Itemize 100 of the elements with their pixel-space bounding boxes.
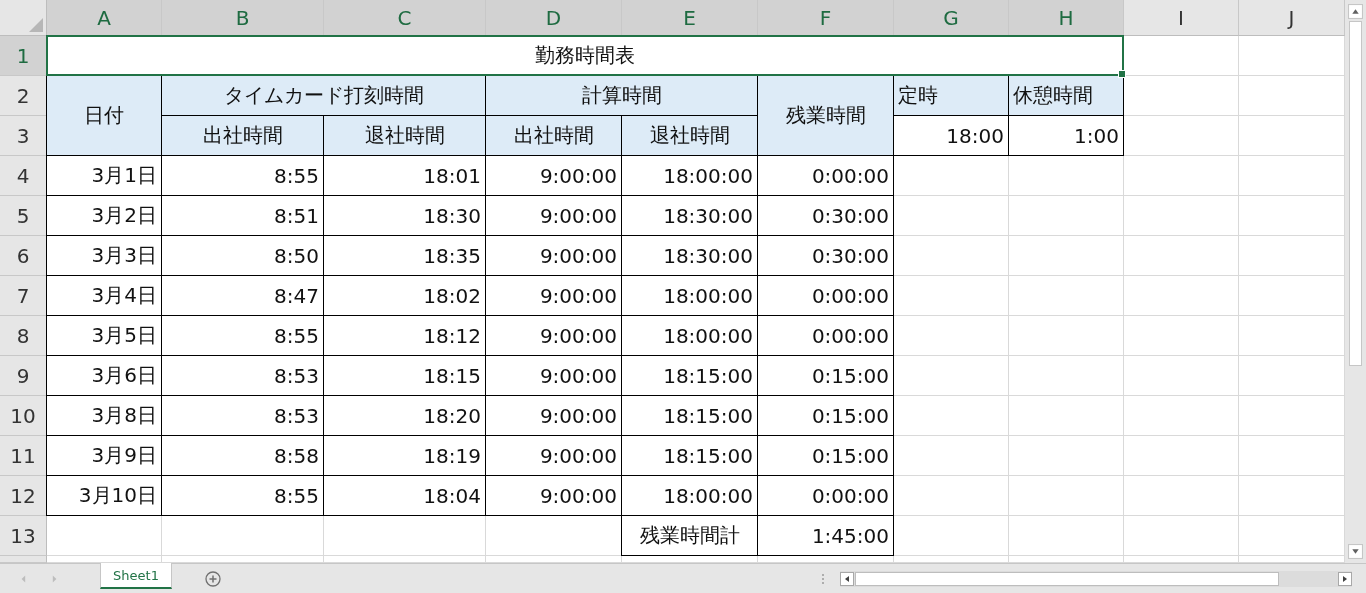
scroll-left-icon[interactable] — [840, 571, 854, 586]
row-header[interactable]: 7 — [0, 276, 47, 316]
table-cell: 9:00:00 — [485, 475, 622, 516]
scroll-thumb[interactable] — [855, 571, 1279, 586]
table-cell: 8:58 — [161, 435, 324, 476]
table-cell: 8:55 — [161, 315, 324, 356]
header-cell: 退社時間 — [621, 115, 758, 156]
column-header[interactable]: C — [324, 0, 486, 36]
table-cell: 残業時間計 — [621, 515, 758, 556]
table-cell: 9:00:00 — [485, 155, 622, 196]
scroll-right-icon[interactable] — [1338, 571, 1352, 586]
table-cell: 18:30:00 — [621, 235, 758, 276]
table-cell: 9:00:00 — [485, 435, 622, 476]
column-header[interactable]: D — [486, 0, 622, 36]
row-header[interactable]: 11 — [0, 436, 47, 476]
row-header[interactable]: 3 — [0, 116, 47, 156]
table-cell: 18:30 — [323, 195, 486, 236]
table-cell: 18:12 — [323, 315, 486, 356]
table-cell: 9:00:00 — [485, 395, 622, 436]
table-cell: 9:00:00 — [485, 315, 622, 356]
row-header[interactable] — [0, 556, 47, 563]
table-cell: 8:55 — [161, 155, 324, 196]
table-cell: 18:15 — [323, 355, 486, 396]
vertical-scrollbar[interactable] — [1345, 0, 1366, 563]
table-cell: 0:15:00 — [757, 395, 894, 436]
table-cell: 8:47 — [161, 275, 324, 316]
table-cell: 18:00:00 — [621, 475, 758, 516]
table-cell: 9:00:00 — [485, 275, 622, 316]
row-header[interactable]: 8 — [0, 316, 47, 356]
table-cell: 3月5日 — [46, 315, 162, 356]
header-cell: 退社時間 — [323, 115, 486, 156]
table-cell: 18:00:00 — [621, 275, 758, 316]
table-cell: 9:00:00 — [485, 355, 622, 396]
column-header[interactable]: J — [1239, 0, 1345, 36]
header-cell: 出社時間 — [161, 115, 324, 156]
table-cell: 18:15:00 — [621, 395, 758, 436]
table-cell: 0:00:00 — [757, 275, 894, 316]
scroll-down-icon[interactable] — [1348, 544, 1363, 559]
table-cell: 8:55 — [161, 475, 324, 516]
table-cell: 3月2日 — [46, 195, 162, 236]
row-header[interactable]: 12 — [0, 476, 47, 516]
table-cell: 18:19 — [323, 435, 486, 476]
row-header[interactable]: 5 — [0, 196, 47, 236]
header-cell: タイムカード打刻時間 — [161, 75, 486, 116]
table-cell: 18:30:00 — [621, 195, 758, 236]
header-cell: 計算時間 — [485, 75, 758, 116]
table-cell: 3月8日 — [46, 395, 162, 436]
header-cell: 定時 — [893, 75, 1009, 116]
column-header[interactable]: E — [622, 0, 758, 36]
table-cell: 3月3日 — [46, 235, 162, 276]
table-cell: 1:00 — [1008, 115, 1124, 156]
scroll-up-icon[interactable] — [1348, 4, 1363, 19]
table-cell: 8:50 — [161, 235, 324, 276]
table-cell: 3月9日 — [46, 435, 162, 476]
column-header[interactable]: I — [1124, 0, 1239, 36]
column-header[interactable]: F — [758, 0, 894, 36]
table-cell: 0:15:00 — [757, 355, 894, 396]
header-cell: 休憩時間 — [1008, 75, 1124, 116]
table-cell: 9:00:00 — [485, 195, 622, 236]
select-all-corner[interactable] — [0, 0, 47, 36]
table-cell: 18:04 — [323, 475, 486, 516]
table-cell: 18:00:00 — [621, 155, 758, 196]
table-cell: 0:15:00 — [757, 435, 894, 476]
table-cell: 3月1日 — [46, 155, 162, 196]
row-header[interactable]: 9 — [0, 356, 47, 396]
sheet-tab[interactable]: Sheet1 — [100, 563, 172, 589]
table-cell: 8:53 — [161, 395, 324, 436]
table-cell: 18:20 — [323, 395, 486, 436]
row-header[interactable]: 2 — [0, 76, 47, 116]
table-cell: 18:35 — [323, 235, 486, 276]
header-cell: 出社時間 — [485, 115, 622, 156]
fill-handle[interactable] — [1118, 70, 1126, 78]
corner-triangle-icon — [29, 18, 43, 32]
table-cell: 8:53 — [161, 355, 324, 396]
column-header[interactable]: H — [1009, 0, 1124, 36]
row-header[interactable]: 4 — [0, 156, 47, 196]
row-header[interactable]: 6 — [0, 236, 47, 276]
header-cell: 残業時間 — [757, 75, 894, 156]
table-cell: 18:01 — [323, 155, 486, 196]
table-cell: 0:00:00 — [757, 315, 894, 356]
splitter-handle-icon[interactable] — [821, 572, 825, 585]
column-header[interactable]: A — [47, 0, 162, 36]
table-cell: 18:00 — [893, 115, 1009, 156]
row-header[interactable]: 10 — [0, 396, 47, 436]
table-cell: 0:30:00 — [757, 235, 894, 276]
title-cell[interactable]: 勤務時間表 — [46, 35, 1124, 76]
table-cell: 9:00:00 — [485, 235, 622, 276]
scroll-thumb[interactable] — [1349, 21, 1362, 366]
table-cell: 1:45:00 — [757, 515, 894, 556]
horizontal-scrollbar[interactable] — [840, 570, 1352, 587]
table-cell: 0:00:00 — [757, 155, 894, 196]
add-sheet-icon[interactable] — [205, 570, 221, 587]
row-header[interactable]: 13 — [0, 516, 47, 556]
header-cell: 日付 — [46, 75, 162, 156]
column-header[interactable]: B — [162, 0, 324, 36]
table-cell: 3月4日 — [46, 275, 162, 316]
table-cell: 8:51 — [161, 195, 324, 236]
table-cell: 18:15:00 — [621, 435, 758, 476]
row-header[interactable]: 1 — [0, 36, 47, 76]
column-header[interactable]: G — [894, 0, 1009, 36]
